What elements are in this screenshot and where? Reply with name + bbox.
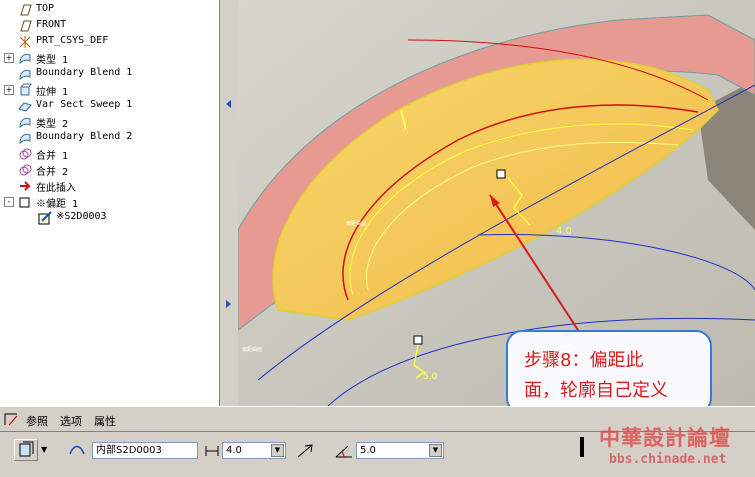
tree-item-label: Var Sect Sweep 1	[36, 99, 133, 110]
tree-item-label: FRONT	[36, 19, 67, 30]
tree-item[interactable]: - ※偏距 1	[0, 194, 219, 210]
reference-field[interactable]: 内部S2D0003	[92, 442, 198, 459]
merge-icon	[19, 164, 32, 176]
surface-icon	[19, 117, 31, 129]
expand-icon[interactable]: +	[4, 53, 14, 63]
surface-icon	[19, 53, 31, 65]
tree-item[interactable]: ※S2D0003	[0, 210, 219, 226]
tree-item-label: 合并 1	[36, 151, 69, 162]
panel-sash[interactable]	[220, 0, 238, 406]
chevron-down-icon[interactable]: ▼	[429, 444, 442, 457]
tree-item-label: 类型 1	[36, 55, 69, 66]
step-number: 8	[560, 350, 572, 371]
drag-handle[interactable]	[496, 169, 506, 179]
datum-plane-icon	[20, 20, 32, 32]
distance-icon	[205, 446, 219, 456]
offset-type-button[interactable]	[14, 439, 38, 461]
step-callout: 步骤8：偏距此 面，轮廓自己定义	[506, 330, 712, 414]
callout-line-1: 步骤8：偏距此	[524, 350, 644, 371]
dashboard-icon	[4, 413, 18, 426]
tree-item[interactable]: FRONT	[0, 18, 219, 34]
expand-icon[interactable]: +	[4, 85, 14, 95]
collapse-left-icon[interactable]	[226, 100, 231, 108]
sketch-icon	[38, 211, 52, 225]
tree-item-label: Boundary Blend 2	[36, 131, 133, 142]
chevron-down-icon[interactable]: ▼	[271, 444, 284, 457]
tree-item-label: 合并 2	[36, 167, 69, 178]
merge-icon	[19, 148, 32, 160]
insert-arrow-icon	[20, 181, 31, 191]
tree-item[interactable]: PRT_CSYS_DEF	[0, 34, 219, 50]
dimension-value-2[interactable]: 5.0	[423, 372, 437, 382]
tree-item[interactable]: Boundary Blend 2	[0, 130, 219, 146]
tree-item-label: 拉伸 1	[36, 87, 69, 98]
offset-icon	[19, 197, 30, 208]
tree-item[interactable]: TOP	[0, 2, 219, 18]
callout-line-2: 面，轮廓自己定义	[524, 380, 668, 401]
flip-direction-icon[interactable]	[296, 443, 314, 459]
dimension-value[interactable]: 4.0	[556, 226, 572, 237]
model-tree: TOP FRONT PRT_CSYS_DEF + 类型 1 Boundary Blend …	[0, 0, 220, 406]
tree-item[interactable]: 合并 1	[0, 146, 219, 162]
collapse-icon[interactable]: -	[4, 197, 14, 207]
surface-icon	[19, 133, 31, 145]
tree-item-label: 类型 2	[36, 119, 69, 130]
csys-icon	[19, 36, 31, 48]
tree-item-label: 在此插入	[36, 183, 76, 194]
datum-plane-icon	[20, 4, 32, 16]
tab-references[interactable]: 参照	[26, 413, 48, 429]
tree-item-label: ※偏距 1	[36, 199, 79, 210]
sweep-icon	[18, 102, 32, 112]
extrude-icon	[20, 83, 32, 96]
chevron-down-icon[interactable]: ▼	[41, 445, 47, 454]
offset-type-icon	[19, 441, 34, 457]
watermark: 中華設計論壇 bbs.chinade.net	[593, 420, 755, 476]
tree-item[interactable]: 在此插入	[0, 178, 219, 194]
tree-item[interactable]: + 类型 1	[0, 50, 219, 66]
tree-item-label: ※S2D0003	[56, 211, 107, 222]
tree-item-label: TOP	[36, 3, 55, 14]
surface-icon	[19, 69, 31, 81]
tree-item-label: Boundary Blend 1	[36, 67, 133, 78]
tree-item[interactable]: 合并 2	[0, 162, 219, 178]
surface-label: 偏距曲面	[346, 221, 367, 227]
tree-item-label: PRT_CSYS_DEF	[36, 35, 109, 46]
sketch-curve-icon[interactable]	[68, 442, 86, 458]
offset-value-input[interactable]: 4.0 ▼	[222, 442, 286, 459]
surface-label-2: 偏距曲面	[242, 347, 263, 353]
watermark-url: bbs.chinade.net	[609, 452, 727, 467]
angle-icon	[335, 445, 352, 458]
tab-options[interactable]: 选项	[60, 413, 82, 429]
draft-angle-input[interactable]: 5.0 ▼	[356, 442, 444, 459]
tree-item[interactable]: Var Sect Sweep 1	[0, 98, 219, 114]
tree-item[interactable]: Boundary Blend 1	[0, 66, 219, 82]
expand-right-icon[interactable]	[226, 300, 231, 308]
tree-item[interactable]: + 拉伸 1	[0, 82, 219, 98]
tab-properties[interactable]: 属性	[94, 413, 116, 429]
tree-item[interactable]: 类型 2	[0, 114, 219, 130]
watermark-title: 中華設計論壇	[599, 426, 731, 450]
pause-bar	[580, 437, 584, 457]
drag-handle-2[interactable]	[413, 335, 423, 345]
